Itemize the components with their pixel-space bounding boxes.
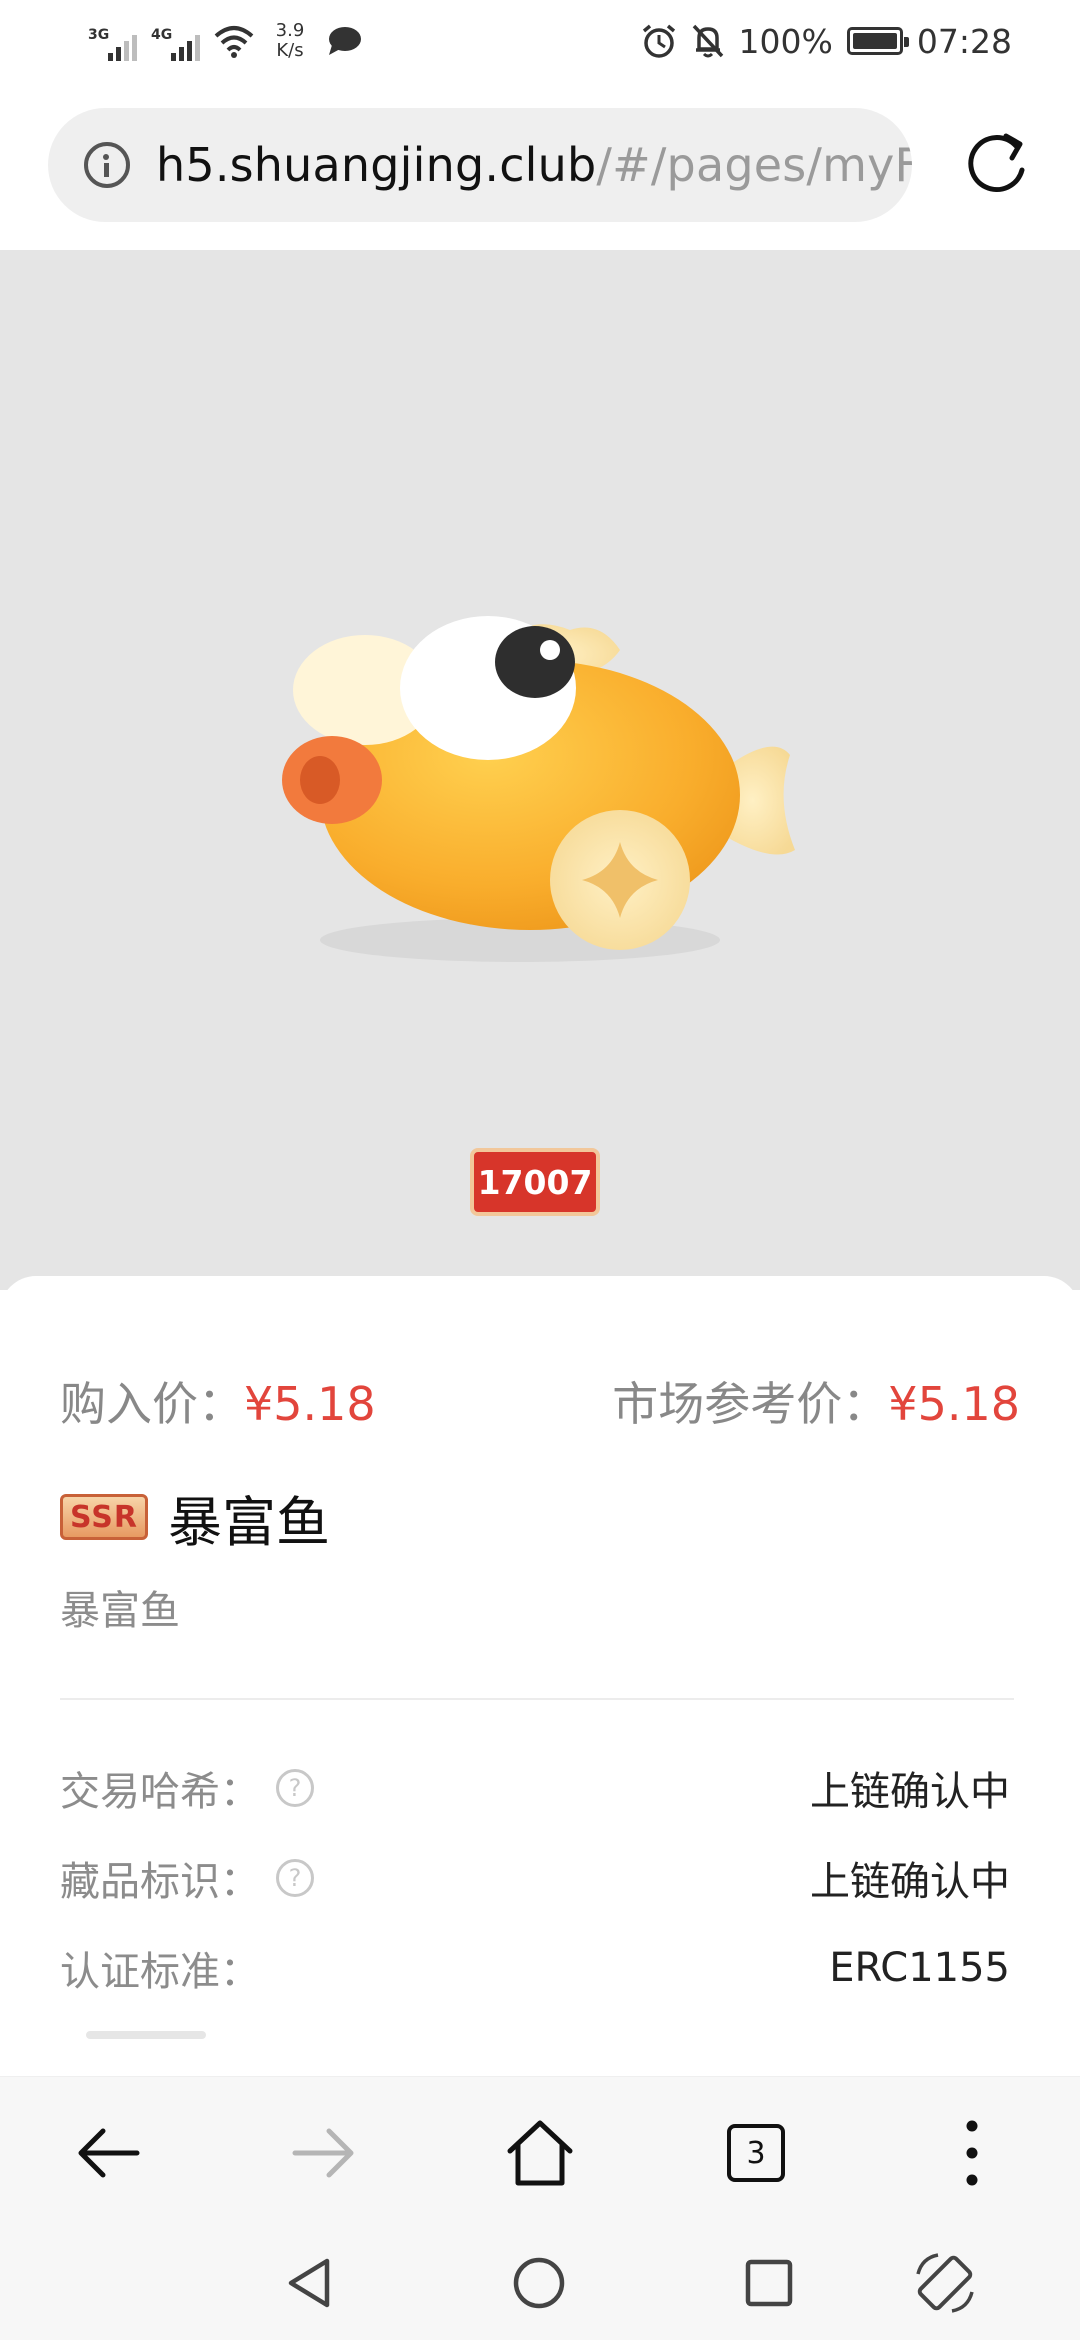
lucky-fish-image <box>282 616 795 962</box>
standard-value: ERC1155 <box>829 1945 1010 1991</box>
back-button[interactable] <box>58 2103 158 2203</box>
info-row-token-id: 藏品标识： ? 上链确认中 <box>60 1848 1010 1908</box>
signal-4g-icon: 4G <box>151 21 200 61</box>
rotate-screen-button[interactable] <box>900 2238 990 2328</box>
url-path: /#/pages/myFr <box>596 138 912 192</box>
tabs-button[interactable]: 3 <box>706 2103 806 2203</box>
rarity-badge: SSR <box>60 1494 148 1540</box>
network-type-label: 4G <box>151 27 173 43</box>
truncated-row <box>86 2031 206 2039</box>
message-icon <box>329 27 361 55</box>
item-subtitle: 暴富鱼 <box>60 1588 180 1634</box>
details-card: 购入价：¥5.18 市场参考价：¥5.18 SSR 暴富鱼 暴富鱼 交易哈希： … <box>0 1276 1080 2076</box>
price-row: 购入价：¥5.18 市场参考价：¥5.18 <box>60 1366 1020 1436</box>
browser-address-row: h5.shuangjing.club/#/pages/myFr <box>0 82 1080 250</box>
divider <box>60 1698 1014 1700</box>
arrow-left-icon <box>78 2128 140 2178</box>
item-title: 暴富鱼 <box>168 1490 330 1554</box>
info-row-standard: 认证标准： ERC1155 <box>60 1938 1010 1998</box>
tx-hash-value: 上链确认中 <box>810 1769 1010 1815</box>
system-navigation-bar <box>0 2226 1080 2340</box>
collectible-image-area: 17007 <box>0 250 1080 1290</box>
status-bar: 3G 4G 3.9 K/s 100% 07:28 <box>0 0 1080 82</box>
address-bar[interactable]: h5.shuangjing.club/#/pages/myFr <box>48 108 912 222</box>
menu-button[interactable] <box>922 2103 1022 2203</box>
tx-hash-label: 交易哈希： <box>60 1769 260 1815</box>
help-icon[interactable]: ? <box>276 1859 314 1897</box>
title-row: SSR 暴富鱼 <box>60 1482 330 1554</box>
site-info-icon[interactable] <box>84 142 130 188</box>
browser-toolbar: 3 <box>0 2076 1080 2226</box>
square-recents-icon <box>745 2259 793 2307</box>
rotate-icon <box>916 2253 974 2313</box>
nav-recents-button[interactable] <box>724 2238 814 2328</box>
battery-icon <box>846 27 909 55</box>
arrow-right-icon <box>292 2128 354 2178</box>
circle-home-icon <box>513 2257 565 2309</box>
status-right: 100% 07:28 <box>641 14 1012 68</box>
token-id-value: 上链确认中 <box>810 1859 1010 1905</box>
purchase-price: 购入价：¥5.18 <box>60 1368 376 1434</box>
nav-back-button[interactable] <box>264 2238 354 2328</box>
purchase-price-value: ¥5.18 <box>244 1377 376 1431</box>
mute-bell-icon <box>692 24 723 58</box>
serial-number-badge: 17007 <box>470 1148 600 1216</box>
market-price-value: ¥5.18 <box>888 1377 1020 1431</box>
alarm-icon <box>642 24 675 58</box>
info-label: 认证标准： <box>60 1939 260 1997</box>
market-price-label: 市场参考价： <box>612 1377 889 1431</box>
info-label: 藏品标识： ? <box>60 1849 314 1907</box>
token-id-label: 藏品标识： <box>60 1859 260 1905</box>
battery-percent: 100% <box>738 21 833 61</box>
wifi-icon <box>214 26 254 58</box>
info-label: 交易哈希： ? <box>60 1759 314 1817</box>
triangle-back-icon <box>288 2258 330 2308</box>
standard-label: 认证标准： <box>60 1949 260 1995</box>
url-text[interactable]: h5.shuangjing.club/#/pages/myFr <box>156 138 912 192</box>
market-price: 市场参考价：¥5.18 <box>612 1368 1020 1434</box>
tab-count: 3 <box>727 2124 785 2182</box>
signal-3g-icon: 3G <box>88 21 137 61</box>
speed-unit: K/s <box>276 40 304 61</box>
nav-home-button[interactable] <box>494 2238 584 2328</box>
more-vertical-icon <box>966 2120 978 2186</box>
clock: 07:28 <box>916 21 1012 61</box>
purchase-price-label: 购入价： <box>60 1377 244 1431</box>
info-row-tx-hash: 交易哈希： ? 上链确认中 <box>60 1758 1010 1818</box>
status-left: 3G 4G 3.9 K/s <box>88 14 362 68</box>
url-host: h5.shuangjing.club <box>156 138 597 192</box>
home-icon <box>507 2120 573 2186</box>
reload-icon[interactable] <box>962 128 1034 200</box>
network-speed: 3.9 K/s <box>268 21 312 61</box>
forward-button[interactable] <box>274 2103 374 2203</box>
speed-value: 3.9 <box>275 20 305 41</box>
network-type-label: 3G <box>88 27 110 43</box>
help-icon[interactable]: ? <box>276 1769 314 1807</box>
home-button[interactable] <box>490 2103 590 2203</box>
